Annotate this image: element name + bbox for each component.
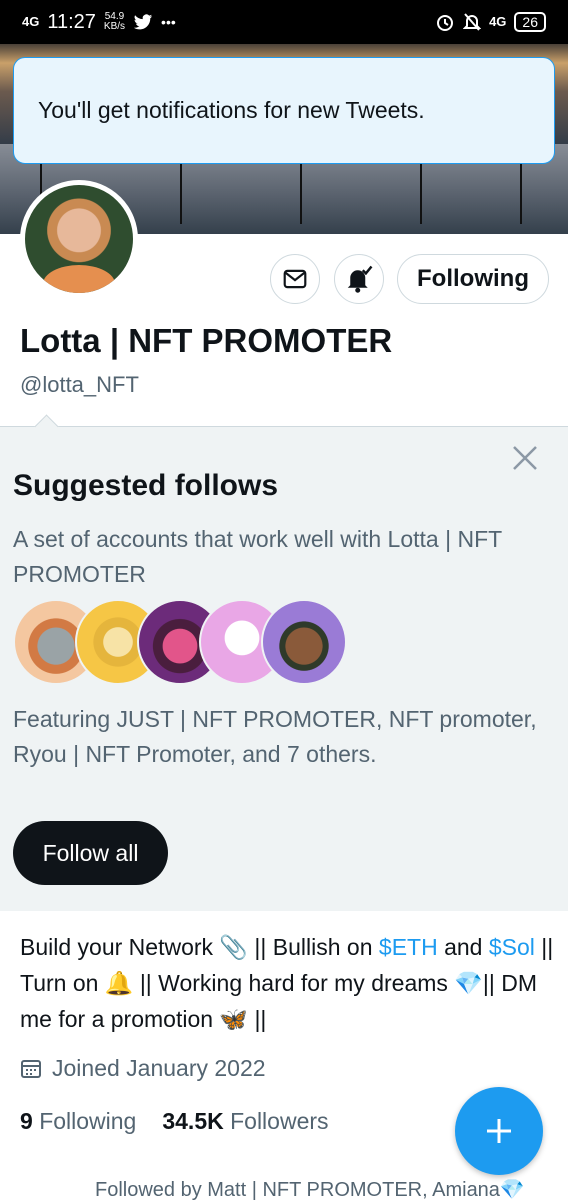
toast-text: You'll get notifications for new Tweets. [38,97,425,123]
notifications-button[interactable] [334,254,384,304]
bio-text: and [437,934,489,960]
suggested-description: A set of accounts that work well with Lo… [13,526,502,587]
joined-date: Joined January 2022 [20,1055,266,1082]
mute-icon [463,13,482,31]
clock: 11:27 [47,10,96,33]
joined-text: Joined January 2022 [52,1055,266,1081]
hashtag-link-sol[interactable]: $Sol [489,934,535,960]
following-count: 9 [20,1108,33,1134]
follow-stats: 9 Following 34.5K Followers [20,1108,329,1135]
status-bar: 4G 11:27 54.9 KB/s ••• 4G 26 [0,0,568,44]
suggested-featuring: Featuring JUST | NFT PROMOTER, NFT promo… [13,706,537,767]
following-button[interactable]: Following [397,254,549,304]
followers-stat[interactable]: 34.5K Followers [162,1108,328,1135]
alarm-icon [437,15,454,31]
network-speed: 54.9 KB/s [104,12,125,32]
suggested-title: Suggested follows [13,469,279,502]
notification-toast: You'll get notifications for new Tweets. [13,57,555,164]
compose-tweet-button[interactable] [455,1087,543,1175]
profile-bio: Build your Network 📎 || Bullish on $ETH … [20,929,555,1037]
bio-text: Build your Network 📎 || Bullish on [20,934,379,960]
more-notifications: ••• [161,14,176,30]
calendar-icon [21,1059,41,1078]
following-label: Following [39,1108,137,1134]
mail-icon [283,269,307,289]
followers-count: 34.5K [162,1108,224,1134]
profile-name: Lotta | NFT PROMOTER [20,322,393,359]
avatar-shirt [43,265,115,293]
close-icon[interactable] [510,443,540,473]
avatar[interactable] [20,180,138,298]
message-button[interactable] [270,254,320,304]
suggested-avatars[interactable] [13,599,353,687]
follow-all-button[interactable]: Follow all [13,821,168,885]
notifications-on-icon [347,265,373,293]
twitter-bird-icon [133,13,153,29]
hashtag-link-eth[interactable]: $ETH [379,934,438,960]
following-stat[interactable]: 9 Following [20,1108,136,1135]
panel-notch [34,414,59,439]
speed-unit: KB/s [103,21,126,32]
battery-indicator: 26 [514,12,546,32]
suggested-avatar[interactable] [261,599,347,685]
network-indicator: 4G [22,14,40,29]
signal-indicator: 4G [489,14,507,29]
profile-handle: @lotta_NFT [20,372,139,397]
suggested-follows-panel: Suggested follows A set of accounts that… [0,414,568,911]
followed-by-text[interactable]: Followed by Matt | NFT PROMOTER, Amiana💎 [95,1177,525,1200]
followers-label: Followers [230,1108,329,1134]
compose-plus-icon [487,1119,511,1143]
